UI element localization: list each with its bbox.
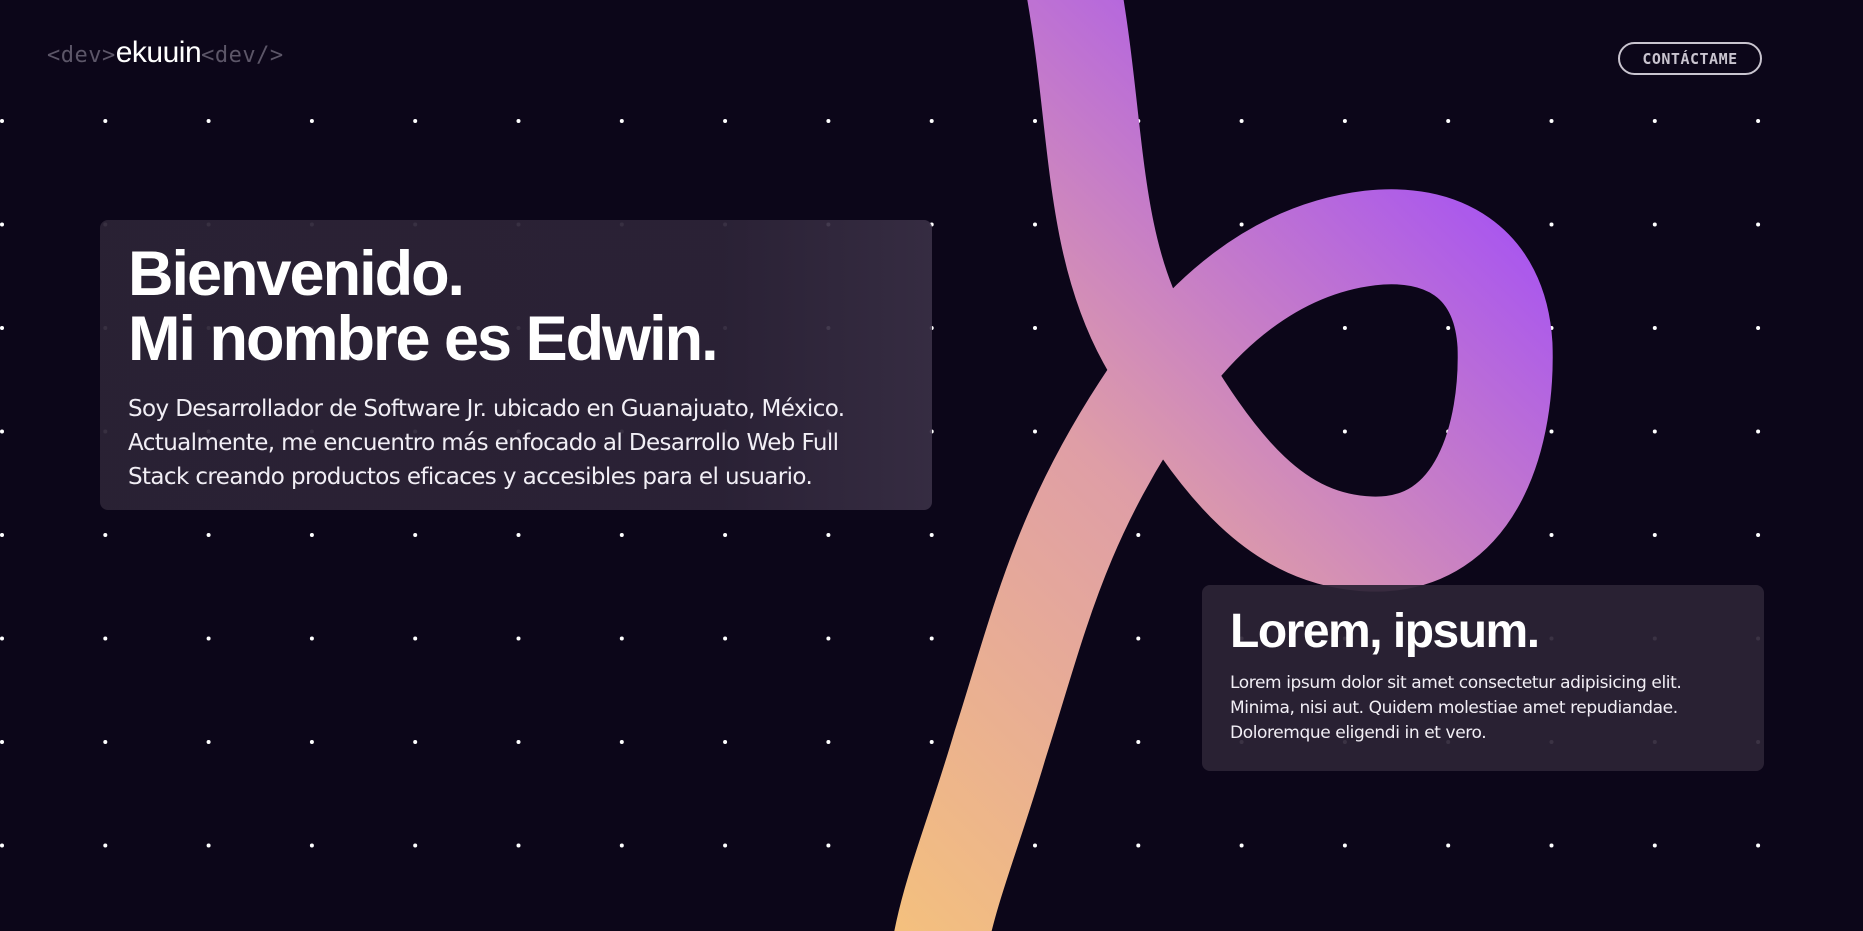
hero-title: Bienvenido. Mi nombre es Edwin. [128,242,904,372]
hero-title-line-1: Bienvenido. [128,239,465,309]
hero-title-line-2: Mi nombre es Edwin. [128,304,719,374]
landing-page: <dev>ekuuin<dev/> CONTÁCTAME Bienvenido.… [0,0,1863,931]
site-logo[interactable]: <dev>ekuuin<dev/> [47,38,284,68]
hero-card: Bienvenido. Mi nombre es Edwin. Soy Desa… [100,220,932,510]
hero-description: Soy Desarrollador de Software Jr. ubicad… [128,396,845,490]
secondary-card: Lorem, ipsum. Lorem ipsum dolor sit amet… [1202,585,1764,771]
logo-close-tag: <dev/> [201,43,284,68]
logo-name: ekuuin [115,36,202,69]
secondary-title: Lorem, ipsum. [1230,605,1540,658]
logo-open-tag: <dev> [47,43,116,68]
secondary-description: Lorem ipsum dolor sit amet consectetur a… [1230,673,1682,743]
contact-button[interactable]: CONTÁCTAME [1618,42,1762,75]
